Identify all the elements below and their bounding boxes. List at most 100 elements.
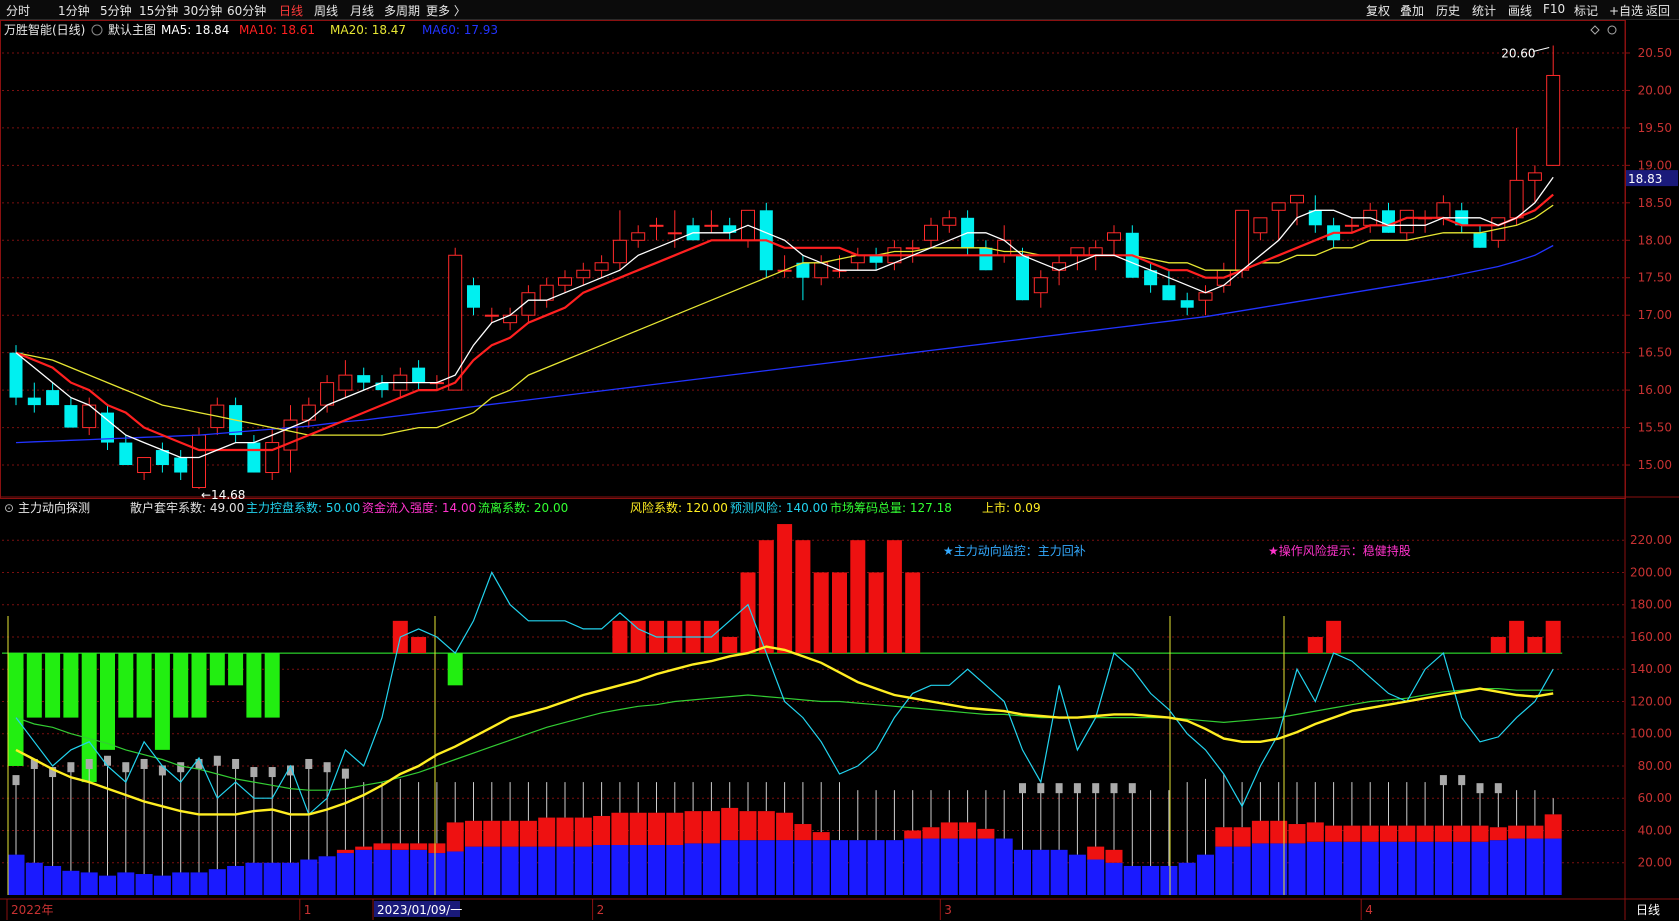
candle [723, 217, 737, 241]
tab-period-7[interactable]: 周线 [314, 2, 338, 19]
signal-bar [905, 572, 921, 654]
toolbar-button-1[interactable]: 叠加 [1400, 2, 1424, 19]
toolbar-button-8[interactable]: 返回 [1646, 2, 1670, 19]
toolbar-button-4[interactable]: 画线 [1508, 2, 1532, 19]
tab-period-0[interactable]: 分时 [6, 2, 30, 19]
gray-marker [104, 755, 111, 766]
candle-body [64, 405, 78, 428]
candle-body [1088, 247, 1103, 256]
tab-period-3[interactable]: 15分钟 [139, 2, 178, 19]
volume-blue-bar [1288, 843, 1306, 895]
gray-marker [1037, 783, 1045, 794]
signal-bar [850, 540, 866, 654]
volume-blue-bar [1251, 843, 1269, 895]
signal-bar [1326, 620, 1342, 654]
volume-blue-bar [1544, 838, 1562, 895]
tab-period-8[interactable]: 月线 [350, 2, 374, 19]
signal-bar [173, 653, 189, 718]
candle [137, 457, 152, 481]
volume-blue-bar [593, 845, 611, 895]
tab-period-6[interactable]: 日线 [279, 2, 303, 19]
volume-red-bar [1270, 820, 1288, 844]
candle [1033, 270, 1048, 308]
signal-bar [8, 653, 24, 766]
price-tick-label: 19.50 [1638, 121, 1672, 135]
volume-blue-bar [702, 843, 720, 895]
candle [869, 247, 883, 271]
volume-red-bar [1343, 825, 1361, 842]
tab-period-5[interactable]: 60分钟 [227, 2, 266, 19]
toolbar-button-2[interactable]: 历史 [1436, 2, 1460, 19]
volume-red-bar [666, 812, 684, 846]
candle-body [631, 232, 646, 241]
signal-bar [63, 653, 79, 718]
candle [1418, 210, 1433, 233]
toolbar-button-3[interactable]: 统计 [1472, 2, 1496, 19]
volume-red-bar [776, 812, 794, 841]
candle-body [1509, 179, 1524, 219]
volume-blue-bar [648, 845, 665, 895]
signal-bar [630, 620, 646, 654]
volume-blue-bar [1032, 849, 1050, 895]
volume-blue-bar [1489, 840, 1507, 895]
volume-red-bar [1489, 827, 1507, 841]
indicator-legend-item: 主力控盘系数: 50.00 [246, 500, 360, 515]
volume-red-bar [611, 812, 629, 846]
candle-body [46, 390, 60, 406]
volume-blue-bar [1233, 846, 1251, 895]
toolbar-button-6[interactable]: 标记 [1574, 2, 1598, 19]
volume-red-bar [648, 812, 665, 846]
volume-red-bar [1434, 825, 1452, 842]
gray-marker [1439, 775, 1447, 786]
toolbar-button-0[interactable]: 复权 [1366, 2, 1390, 19]
ma10-line [15, 193, 1554, 452]
signal-bar [26, 653, 42, 718]
toolbar-button-5[interactable]: F10 [1543, 2, 1565, 16]
tab-period-9[interactable]: 多周期 [384, 2, 420, 19]
volume-blue-bar [1306, 841, 1324, 895]
candle [924, 217, 938, 248]
candle-body [1271, 202, 1286, 211]
volume-red-bar [574, 817, 592, 847]
volume-red-bar [1416, 825, 1434, 842]
candle [612, 210, 627, 271]
volume-red-bar [1233, 827, 1251, 847]
toolbar-button-7[interactable]: +自选 [1609, 2, 1643, 19]
candle [412, 360, 426, 391]
candle-body [503, 314, 518, 324]
signal-bar [447, 653, 463, 686]
signal-bar [1509, 620, 1525, 654]
tab-period-2[interactable]: 5分钟 [100, 2, 132, 19]
candle-body [9, 352, 23, 398]
volume-blue-bar [7, 854, 25, 895]
price-tick-label: 17.50 [1638, 271, 1672, 285]
tab-period-4[interactable]: 30分钟 [183, 2, 222, 19]
volume-blue-bar [25, 862, 43, 895]
candle-body [1162, 285, 1176, 301]
gray-marker [1458, 775, 1466, 786]
gray-marker [85, 758, 93, 769]
time-axis-label: 3 [944, 903, 952, 917]
gray-marker [12, 775, 20, 786]
gray-marker [1128, 783, 1136, 794]
high-price-annotation: 20.60 [1501, 46, 1535, 60]
diamond-icon [1590, 25, 1600, 35]
gray-marker [1019, 783, 1026, 794]
volume-blue-bar [1068, 854, 1086, 895]
volume-blue-bar [428, 853, 446, 895]
volume-blue-bar [684, 843, 702, 895]
indicator-legend-item: 风险系数: 120.00 [630, 500, 728, 515]
tab-period-10[interactable]: 更多 〉 [426, 2, 466, 19]
gray-marker [1476, 783, 1484, 794]
tab-period-1[interactable]: 1分钟 [58, 2, 90, 19]
volume-red-bar [1526, 825, 1544, 839]
candle [1144, 262, 1158, 293]
volume-blue-bar [1050, 849, 1068, 895]
candle-body [192, 434, 206, 489]
volume-blue-bar [977, 838, 995, 895]
candle-body [1253, 217, 1268, 234]
volume-blue-bar [611, 845, 629, 895]
volume-blue-bar [318, 856, 336, 895]
volume-red-bar [391, 843, 409, 850]
volume-red-bar [593, 815, 611, 846]
